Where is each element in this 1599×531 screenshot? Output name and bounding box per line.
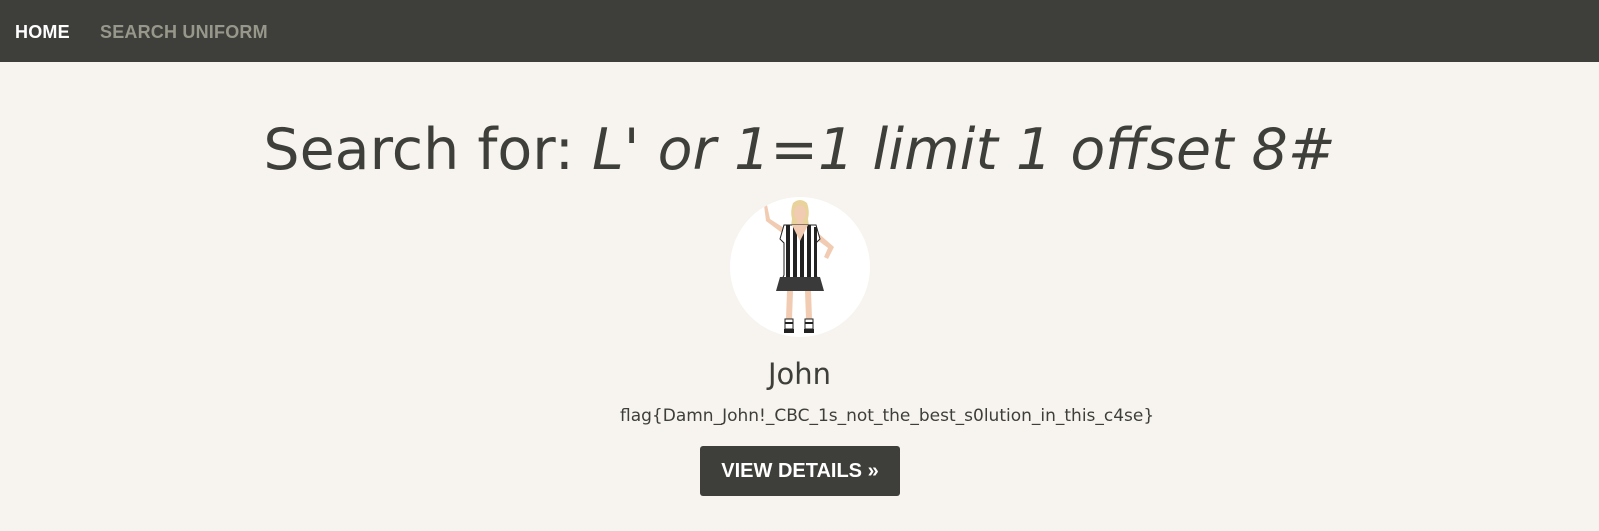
nav-home-link[interactable]: HOME (15, 21, 70, 43)
nav-search-uniform-link[interactable]: SEARCH UNIFORM (100, 21, 268, 43)
result-description: flag{Damn_John!_CBC_1s_not_the_best_s0lu… (620, 406, 1155, 426)
page-title: Search for: L' or 1=1 limit 1 offset 8# (0, 110, 1599, 190)
search-prefix: Search for: (263, 117, 593, 183)
avatar (730, 197, 870, 337)
view-details-button[interactable]: VIEW DETAILS » (700, 446, 900, 496)
referee-uniform-photo (730, 197, 870, 337)
search-query: L' or 1=1 limit 1 offset 8# (592, 117, 1336, 183)
navbar: HOME SEARCH UNIFORM (0, 0, 1599, 62)
result-name: John (767, 357, 832, 391)
